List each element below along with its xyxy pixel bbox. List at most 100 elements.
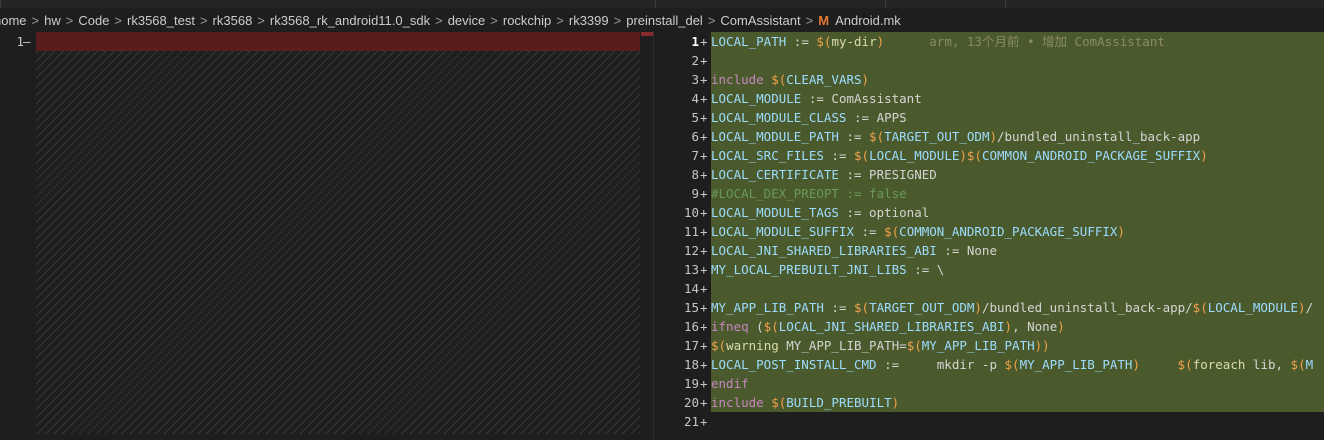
- line-number: 2: [691, 53, 699, 68]
- insertion-marker: +: [700, 129, 708, 144]
- code-line[interactable]: LOCAL_CERTIFICATE := PRESIGNED: [711, 165, 1324, 184]
- code-line[interactable]: LOCAL_MODULE_CLASS := APPS: [711, 108, 1324, 127]
- chevron-right-icon: >: [613, 12, 622, 28]
- tab-strip-left: [0, 0, 655, 8]
- code-line[interactable]: LOCAL_MODULE := ComAssistant: [711, 89, 1324, 108]
- breadcrumb-item-home[interactable]: home: [0, 13, 27, 28]
- code-line[interactable]: LOCAL_JNI_SHARED_LIBRARIES_ABI := None: [711, 241, 1324, 260]
- line-number: 5: [691, 110, 699, 125]
- breadcrumb-item-rk3399[interactable]: rk3399: [569, 13, 609, 28]
- insertion-marker: +: [700, 167, 708, 182]
- insertion-marker: +: [700, 262, 708, 277]
- insertion-marker: +: [700, 186, 708, 201]
- insertion-marker: +: [700, 357, 708, 372]
- overview-ruler[interactable]: [641, 32, 653, 440]
- code-line[interactable]: ifneq ($(LOCAL_JNI_SHARED_LIBRARIES_ABI)…: [711, 317, 1324, 336]
- code-line[interactable]: [711, 279, 1324, 298]
- insertion-marker: +: [700, 110, 708, 125]
- breadcrumb-item-rk3568[interactable]: rk3568: [213, 13, 253, 28]
- insertion-marker: +: [700, 91, 708, 106]
- code-line[interactable]: $(warning MY_APP_LIB_PATH=$(MY_APP_LIB_P…: [711, 336, 1324, 355]
- line-number: 16: [683, 319, 699, 334]
- breadcrumb-item-rk3568-test[interactable]: rk3568_test: [127, 13, 195, 28]
- line-number: 21: [683, 414, 699, 429]
- line-number: 19: [683, 376, 699, 391]
- code-line[interactable]: [711, 412, 1324, 431]
- deleted-line[interactable]: [36, 32, 640, 51]
- breadcrumb-item-file[interactable]: Android.mk: [835, 13, 901, 28]
- insertion-marker: +: [700, 148, 708, 163]
- deletion-ruler-mark: [641, 32, 653, 36]
- code-line[interactable]: LOCAL_MODULE_TAGS := optional: [711, 203, 1324, 222]
- insertion-marker: +: [700, 243, 708, 258]
- insertion-marker: +: [700, 224, 708, 239]
- line-number: 17: [683, 338, 699, 353]
- line-number: 1: [691, 34, 699, 49]
- line-number: 14: [683, 281, 699, 296]
- git-blame-annotation: arm, 13个月前 • 增加 ComAssistant: [884, 34, 1165, 49]
- makefile-icon: M: [818, 12, 830, 28]
- breadcrumb-item-comassistant[interactable]: ComAssistant: [720, 13, 800, 28]
- breadcrumb-item-preinstall-del[interactable]: preinstall_del: [626, 13, 703, 28]
- code-line[interactable]: LOCAL_PATH := $(my-dir) arm, 13个月前 • 增加 …: [711, 32, 1324, 51]
- breadcrumb-item-rockchip[interactable]: rockchip: [503, 13, 551, 28]
- code-line[interactable]: LOCAL_MODULE_PATH := $(TARGET_OUT_ODM)/b…: [711, 127, 1324, 146]
- insertion-marker: +: [700, 53, 708, 68]
- insertion-marker: +: [700, 205, 708, 220]
- insertion-marker: +: [700, 281, 708, 296]
- line-number: 1: [16, 34, 24, 49]
- line-number: 7: [691, 148, 699, 163]
- chevron-right-icon: >: [707, 12, 716, 28]
- code-line[interactable]: LOCAL_POST_INSTALL_CMD := mkdir -p $(MY_…: [711, 355, 1324, 374]
- chevron-right-icon: >: [435, 12, 443, 28]
- tab-strip-segment: [885, 0, 1005, 8]
- insertion-marker: +: [700, 300, 708, 315]
- line-number: 12: [683, 243, 699, 258]
- insertion-marker: +: [700, 34, 708, 49]
- line-number: 18: [683, 357, 699, 372]
- code-line[interactable]: LOCAL_SRC_FILES := $(LOCAL_MODULE)$(COMM…: [711, 146, 1324, 165]
- code-line[interactable]: include $(BUILD_PREBUILT): [711, 393, 1324, 412]
- line-number: 6: [691, 129, 699, 144]
- code-line[interactable]: #LOCAL_DEX_PREOPT := false: [711, 184, 1324, 203]
- insertion-marker: +: [700, 338, 708, 353]
- line-number: 15: [683, 300, 699, 315]
- line-number: 8: [691, 167, 699, 182]
- chevron-right-icon: >: [31, 12, 40, 28]
- code-line[interactable]: [711, 51, 1324, 70]
- insertion-marker: +: [700, 395, 708, 410]
- chevron-right-icon: >: [805, 12, 814, 28]
- diff-original-pane[interactable]: 1 —: [0, 32, 653, 440]
- top-tab-strip: [0, 0, 1324, 8]
- insertion-marker: +: [700, 376, 708, 391]
- tab-strip-segment: [1005, 0, 1324, 8]
- breadcrumb-item-device[interactable]: device: [448, 13, 486, 28]
- diff-modified-pane[interactable]: 1 +2 +3 +4 +5 +6 +7 +8 +9 +10 +11 +12 +13 +14 +15 +16 +1…: [654, 32, 1324, 440]
- chevron-right-icon: >: [257, 12, 265, 28]
- insertion-marker: +: [700, 414, 708, 429]
- chevron-right-icon: >: [65, 12, 74, 28]
- chevron-right-icon: >: [556, 12, 564, 28]
- code-line[interactable]: MY_LOCAL_PREBUILT_JNI_LIBS := \: [711, 260, 1324, 279]
- breadcrumb-item-sdk[interactable]: rk3568_rk_android11.0_sdk: [270, 13, 430, 28]
- empty-diff-filler: [36, 51, 640, 434]
- code-line[interactable]: LOCAL_MODULE_SUFFIX := $(COMMON_ANDROID_…: [711, 222, 1324, 241]
- code-line[interactable]: endif: [711, 374, 1324, 393]
- line-number: 9: [691, 186, 699, 201]
- code-line[interactable]: include $(CLEAR_VARS): [711, 70, 1324, 89]
- line-number: 20: [683, 395, 699, 410]
- code-line[interactable]: MY_APP_LIB_PATH := $(TARGET_OUT_ODM)/bun…: [711, 298, 1324, 317]
- breadcrumb-item-code[interactable]: Code: [78, 13, 109, 28]
- chevron-right-icon: >: [199, 12, 208, 28]
- line-number: 4: [691, 91, 699, 106]
- breadcrumb-item-hw[interactable]: hw: [44, 13, 61, 28]
- tab-strip-segment: [655, 0, 885, 8]
- deletion-marker: —: [23, 34, 31, 49]
- modified-gutter: 1 +2 +3 +4 +5 +6 +7 +8 +9 +10 +11 +12 +13 +14 +15 +16 +1…: [654, 32, 711, 440]
- chevron-right-icon: >: [114, 12, 123, 28]
- breadcrumb: home > hw > Code > rk3568_test > rk3568 …: [0, 8, 1324, 32]
- line-number: 11: [683, 224, 699, 239]
- chevron-right-icon: >: [490, 12, 498, 28]
- line-number: 10: [683, 205, 699, 220]
- insertion-marker: +: [700, 72, 708, 87]
